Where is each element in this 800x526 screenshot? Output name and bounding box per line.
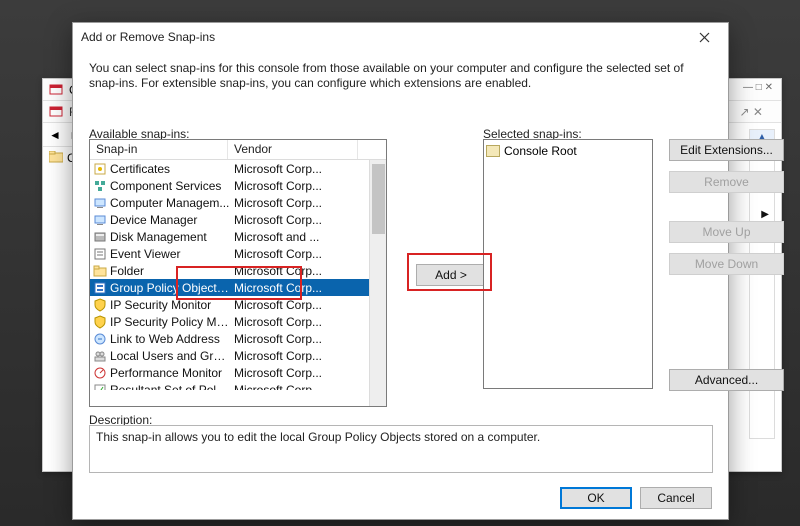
snapin-row-icon <box>92 366 108 380</box>
remove-button[interactable]: Remove <box>669 171 784 193</box>
snapin-row-vendor: Microsoft Corp... <box>230 315 360 329</box>
snapin-row-vendor: Microsoft Corp... <box>230 298 360 312</box>
snapin-row-name: Resultant Set of Policy <box>110 383 230 391</box>
console-root-label: Console Root <box>504 144 577 158</box>
snapin-row-vendor: Microsoft Corp... <box>230 349 360 363</box>
ok-button[interactable]: OK <box>560 487 632 509</box>
list-scrollbar[interactable] <box>369 160 386 406</box>
snapin-row-name: Group Policy Object ... <box>110 281 230 295</box>
snapin-row-name: Folder <box>110 264 230 278</box>
add-remove-snapins-dialog: Add or Remove Snap-ins You can select sn… <box>72 22 729 520</box>
cancel-button[interactable]: Cancel <box>640 487 712 509</box>
snapin-row-name: Component Services <box>110 179 230 193</box>
snapin-row-vendor: Microsoft Corp... <box>230 162 360 176</box>
snapin-row-name: Local Users and Gro... <box>110 349 230 363</box>
snapin-row-vendor: Microsoft Corp... <box>230 247 360 261</box>
snapin-row-icon <box>92 196 108 210</box>
move-down-button[interactable]: Move Down <box>669 253 784 275</box>
snapin-row-icon <box>92 332 108 346</box>
dialog-title: Add or Remove Snap-ins <box>81 30 215 44</box>
snapin-row-name: Link to Web Address <box>110 332 230 346</box>
console-root-icon <box>486 145 500 157</box>
snapin-row-icon <box>92 213 108 227</box>
selected-snapins-list[interactable]: Console Root <box>483 139 653 389</box>
snapin-row-name: Computer Managem... <box>110 196 230 210</box>
snapin-row[interactable]: Disk ManagementMicrosoft and ... <box>90 228 386 245</box>
snapin-row-icon <box>92 247 108 261</box>
move-up-button[interactable]: Move Up <box>669 221 784 243</box>
snapin-row[interactable]: Event ViewerMicrosoft Corp... <box>90 245 386 262</box>
snapin-row-name: Event Viewer <box>110 247 230 261</box>
snapin-row-vendor: Microsoft Corp... <box>230 332 360 346</box>
snapin-row-icon <box>92 349 108 363</box>
snapin-row-icon <box>92 162 108 176</box>
add-button[interactable]: Add > <box>416 264 486 286</box>
snapin-row-name: IP Security Monitor <box>110 298 230 312</box>
snapin-row-name: Device Manager <box>110 213 230 227</box>
snapin-row[interactable]: IP Security MonitorMicrosoft Corp... <box>90 296 386 313</box>
advanced-button[interactable]: Advanced... <box>669 369 784 391</box>
snapin-row-name: IP Security Policy Ma... <box>110 315 230 329</box>
column-snapin[interactable]: Snap-in <box>90 140 228 159</box>
snapin-row-name: Performance Monitor <box>110 366 230 380</box>
snapin-row[interactable]: CertificatesMicrosoft Corp... <box>90 160 386 177</box>
snapin-row-vendor: Microsoft Corp... <box>230 383 360 391</box>
snapin-row-vendor: Microsoft Corp... <box>230 366 360 380</box>
snapin-row-name: Certificates <box>110 162 230 176</box>
snapin-row[interactable]: Component ServicesMicrosoft Corp... <box>90 177 386 194</box>
dialog-close-button[interactable] <box>688 26 720 48</box>
snapin-row-icon <box>92 315 108 329</box>
scrollbar-thumb[interactable] <box>372 164 385 234</box>
snapin-row-icon <box>92 264 108 278</box>
snapin-row-name: Disk Management <box>110 230 230 244</box>
list-header: Snap-in Vendor <box>90 140 386 160</box>
snapin-row-icon <box>92 230 108 244</box>
snapin-row-vendor: Microsoft Corp... <box>230 196 360 210</box>
edit-extensions-button[interactable]: Edit Extensions... <box>669 139 784 161</box>
snapin-row[interactable]: Computer Managem...Microsoft Corp... <box>90 194 386 211</box>
snapin-row-vendor: Microsoft Corp... <box>230 179 360 193</box>
column-vendor[interactable]: Vendor <box>228 140 358 159</box>
snapin-row[interactable]: Link to Web AddressMicrosoft Corp... <box>90 330 386 347</box>
snapin-row-vendor: Microsoft Corp... <box>230 264 360 278</box>
console-root-item[interactable]: Console Root <box>486 142 650 159</box>
description-box: This snap-in allows you to edit the loca… <box>89 425 713 473</box>
snapin-row-vendor: Microsoft Corp... <box>230 213 360 227</box>
snapin-row[interactable]: Local Users and Gro...Microsoft Corp... <box>90 347 386 364</box>
snapin-row-icon <box>92 281 108 295</box>
snapin-row-icon <box>92 383 108 391</box>
dialog-intro-text: You can select snap-ins for this console… <box>89 61 712 91</box>
snapin-row[interactable]: FolderMicrosoft Corp... <box>90 262 386 279</box>
close-icon <box>699 32 710 43</box>
snapin-row[interactable]: Group Policy Object ...Microsoft Corp... <box>90 279 386 296</box>
snapin-row[interactable]: Device ManagerMicrosoft Corp... <box>90 211 386 228</box>
snapin-row[interactable]: Performance MonitorMicrosoft Corp... <box>90 364 386 381</box>
available-snapins-list[interactable]: Snap-in Vendor CertificatesMicrosoft Cor… <box>89 139 387 407</box>
snapin-row[interactable]: IP Security Policy Ma...Microsoft Corp..… <box>90 313 386 330</box>
snapin-row-vendor: Microsoft Corp... <box>230 281 360 295</box>
snapin-row-icon <box>92 298 108 312</box>
snapin-row-vendor: Microsoft and ... <box>230 230 360 244</box>
description-text: This snap-in allows you to edit the loca… <box>96 430 540 444</box>
snapin-row[interactable]: Resultant Set of PolicyMicrosoft Corp... <box>90 381 386 390</box>
snapin-row-icon <box>92 179 108 193</box>
